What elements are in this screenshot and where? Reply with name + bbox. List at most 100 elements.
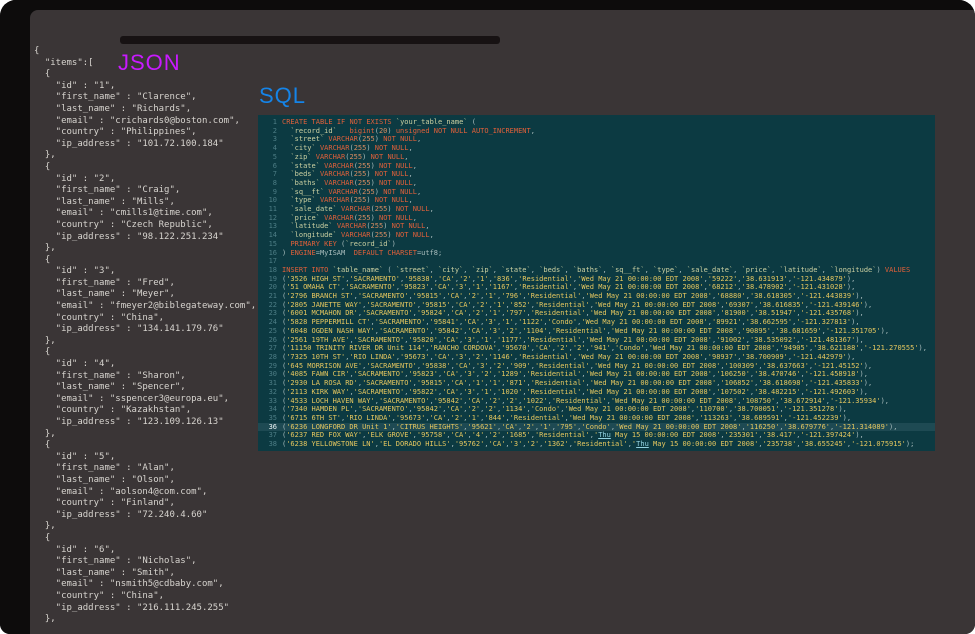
line-number: 12 [258,214,282,223]
json-code: { "items":[ { "id" : "1", "first_name" :… [34,46,286,626]
json-line: "id" : "3", [34,266,286,278]
sql-line: 30('4085 FAWN CIR','SACRAMENTO','95823',… [258,370,935,379]
json-line: "last_name" : "Olson", [34,475,286,487]
line-number: 3 [258,135,282,144]
json-line: "first_name" : "Alan", [34,463,286,475]
json-line: }, [34,150,286,162]
line-number: 29 [258,362,282,371]
sql-line: 8 `baths` VARCHAR(255) NOT NULL, [258,179,935,188]
line-number: 35 [258,414,282,423]
json-line: "ip_address" : "134.141.179.76" [34,324,286,336]
sql-line: 17 [258,257,935,266]
json-line: "id" : "2", [34,174,286,186]
sql-code: 1CREATE TABLE IF NOT EXISTS `your_table_… [258,118,935,449]
sql-output-panel[interactable]: 1CREATE TABLE IF NOT EXISTS `your_table_… [258,115,935,451]
sql-line: 24('5828 PEPPERMILL CT','SACRAMENTO','95… [258,318,935,327]
json-line: "email" : "aolson4@com.com", [34,487,286,499]
line-number: 11 [258,205,282,214]
line-number: 32 [258,388,282,397]
json-line: }, [34,336,286,348]
sql-line: 1CREATE TABLE IF NOT EXISTS `your_table_… [258,118,935,127]
line-number: 18 [258,266,282,275]
json-line: "ip_address" : "72.240.4.60" [34,510,286,522]
json-line: "country" : "Kazakhstan", [34,405,286,417]
json-line: "last_name" : "Smith", [34,568,286,580]
json-line: "id" : "1", [34,81,286,93]
line-number: 1 [258,118,282,127]
sql-line: 21('2796 BRANCH ST','SACRAMENTO','95815'… [258,292,935,301]
json-line: "country" : "China", [34,591,286,603]
json-line: { [34,162,286,174]
line-number: 25 [258,327,282,336]
json-line: "country" : "Finland", [34,498,286,510]
json-line: "ip_address" : "98.122.251.234" [34,232,286,244]
sql-line: 28('7325 10TH ST','RIO LINDA','95673','C… [258,353,935,362]
json-line: "id" : "6", [34,545,286,557]
sql-label: SQL [259,83,306,109]
line-number: 8 [258,179,282,188]
sql-line: 10 `type` VARCHAR(255) NOT NULL, [258,196,935,205]
json-line: "email" : "sspencer3@europa.eu", [34,394,286,406]
line-number: 33 [258,397,282,406]
json-line: "country" : "Czech Republic", [34,220,286,232]
line-number: 30 [258,370,282,379]
sql-line: 38('6238 YELLOWSTONE LN','EL DORADO HILL… [258,440,935,449]
sql-line: 5 `zip` VARCHAR(255) NOT NULL, [258,153,935,162]
line-number: 15 [258,240,282,249]
line-number: 23 [258,309,282,318]
line-number: 19 [258,275,282,284]
line-number: 13 [258,222,282,231]
line-number: 21 [258,292,282,301]
json-line: "last_name" : "Richards", [34,104,286,116]
sql-line: 34('7340 HAMDEN PL','SACRAMENTO','95842'… [258,405,935,414]
sql-line: 22('2805 JANETTE WAY','SACRAMENTO','9581… [258,301,935,310]
json-line: "last_name" : "Meyer", [34,289,286,301]
json-line: "id" : "4", [34,359,286,371]
json-line: "ip_address" : "216.111.245.255" [34,603,286,615]
sql-line: 15 PRIMARY KEY (`record_id`) [258,240,935,249]
json-line: }, [34,243,286,255]
sql-line: 3 `street` VARCHAR(255) NOT NULL, [258,135,935,144]
json-line: { [34,533,286,545]
json-line: "country" : "China", [34,313,286,325]
line-number: 10 [258,196,282,205]
line-number: 34 [258,405,282,414]
line-number: 22 [258,301,282,310]
json-line: "first_name" : "Sharon", [34,371,286,383]
sql-line: 16) ENGINE=MyISAM DEFAULT CHARSET=utf8; [258,249,935,258]
json-source-panel[interactable]: { "items":[ { "id" : "1", "first_name" :… [34,46,286,634]
window-frame: { "items":[ { "id" : "1", "first_name" :… [0,0,975,634]
sql-line: 32('2113 KIRK WAY','SACRAMENTO','95822',… [258,388,935,397]
line-number: 4 [258,144,282,153]
sql-line: 35('6715 6TH ST','RIO LINDA','95673','CA… [258,414,935,423]
sql-line: 26('2561 19TH AVE','SACRAMENTO','95820',… [258,336,935,345]
sql-line: 7 `beds` VARCHAR(255) NOT NULL, [258,170,935,179]
sql-line: 13 `latitude` VARCHAR(255) NOT NULL, [258,222,935,231]
json-line: "email" : "cmills1@time.com", [34,208,286,220]
sql-line: 37('6237 RED FOX WAY','ELK GROVE','95758… [258,431,935,440]
json-line: "first_name" : "Fred", [34,278,286,290]
json-line: { [34,347,286,359]
sql-line: 9 `sq__ft` VARCHAR(255) NOT NULL, [258,188,935,197]
sql-line: 27('11150 TRINITY RIVER DR Unit 114','RA… [258,344,935,353]
json-line: "first_name" : "Nicholas", [34,556,286,568]
json-line: "email" : "fmeyer2@biblegateway.com", [34,301,286,313]
json-line: { [34,440,286,452]
sql-line: 20('51 OMAHA CT','SACRAMENTO','95823','C… [258,283,935,292]
json-line: "ip_address" : "101.72.100.184" [34,139,286,151]
line-number: 9 [258,188,282,197]
json-line: "country" : "Philippines", [34,127,286,139]
sql-line: 29('645 MORRISON AVE','SACRAMENTO','9583… [258,362,935,371]
code-workspace: { "items":[ { "id" : "1", "first_name" :… [30,10,975,634]
sql-line: 18INSERT INTO `table_name` ( `street`, `… [258,266,935,275]
sql-line: 25('6048 OGDEN NASH WAY','SACRAMENTO','9… [258,327,935,336]
sql-line: 11 `sale_date` VARCHAR(255) NOT NULL, [258,205,935,214]
line-number: 24 [258,318,282,327]
sql-line: 31('2930 LA ROSA RD','SACRAMENTO','95815… [258,379,935,388]
sql-line: 36('6236 LONGFORD DR Unit 1','CITRUS HEI… [258,423,935,432]
json-line: "email" : "crichards0@boston.com", [34,116,286,128]
sql-line: 19('3526 HIGH ST','SACRAMENTO','95838','… [258,275,935,284]
line-number: 5 [258,153,282,162]
line-number: 27 [258,344,282,353]
json-line: "last_name" : "Spencer", [34,382,286,394]
